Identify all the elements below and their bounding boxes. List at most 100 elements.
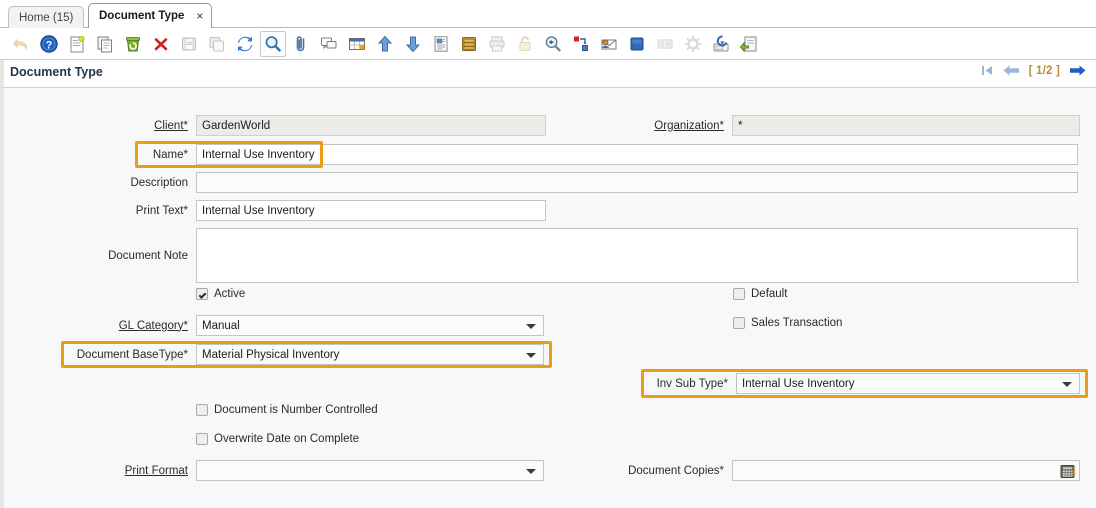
copy-record-icon[interactable]: [92, 31, 118, 57]
active-label: Active: [214, 288, 245, 300]
tab-document-type[interactable]: Document Type ×: [88, 3, 212, 28]
save-icon[interactable]: [176, 31, 202, 57]
find-icon[interactable]: [260, 31, 286, 57]
document-basetype-select[interactable]: Material Physical Inventory: [196, 344, 544, 365]
chevron-down-icon[interactable]: [526, 324, 536, 329]
delete-selection-icon[interactable]: [148, 31, 174, 57]
window-layout-icon[interactable]: [652, 31, 678, 57]
export-icon[interactable]: [708, 31, 734, 57]
overwrite-date-checkbox[interactable]: [196, 433, 208, 445]
inv-sub-type-select[interactable]: Internal Use Inventory: [736, 373, 1080, 394]
window-title-bar: Document Type [ 1/2 ]: [0, 60, 1096, 88]
overwrite-date-checkbox-wrap[interactable]: Overwrite Date on Complete: [196, 433, 359, 445]
lock-icon[interactable]: [512, 31, 538, 57]
document-note-label: Document Note: [66, 228, 188, 262]
previous-record-icon[interactable]: [1003, 64, 1020, 77]
active-checkbox-wrap[interactable]: Active: [196, 288, 245, 300]
field-row-document-copies: Document Copies*: [564, 460, 1080, 481]
print-format-label: Print Format: [66, 465, 188, 477]
field-row-document-note: Document Note: [66, 228, 1078, 283]
print-text-field[interactable]: Internal Use Inventory: [196, 200, 546, 221]
exit-icon[interactable]: [736, 31, 762, 57]
chevron-down-icon[interactable]: [526, 353, 536, 358]
requests-icon[interactable]: [596, 31, 622, 57]
gl-category-label: GL Category*: [66, 320, 188, 332]
number-controlled-label: Document is Number Controlled: [214, 404, 378, 416]
first-record-icon[interactable]: [981, 64, 994, 77]
tab-home[interactable]: Home (15): [8, 6, 84, 28]
active-checkbox[interactable]: [196, 288, 208, 300]
document-basetype-label: Document BaseType*: [66, 349, 188, 361]
inv-sub-type-label: Inv Sub Type*: [650, 378, 728, 390]
new-record-icon[interactable]: [64, 31, 90, 57]
tab-bar: Home (15) Document Type ×: [0, 0, 1096, 28]
number-controlled-checkbox[interactable]: [196, 404, 208, 416]
attachment-icon[interactable]: [288, 31, 314, 57]
organization-field[interactable]: *: [732, 115, 1080, 136]
number-controlled-checkbox-wrap[interactable]: Document is Number Controlled: [196, 404, 378, 416]
field-row-overwrite-date: Overwrite Date on Complete: [196, 433, 359, 445]
tab-home-label: Home (15): [19, 12, 73, 24]
close-icon[interactable]: ×: [196, 9, 203, 23]
calculator-icon[interactable]: [1058, 462, 1078, 481]
default-checkbox-wrap[interactable]: Default: [733, 288, 787, 300]
undo-icon[interactable]: [8, 31, 34, 57]
document-copies-field[interactable]: [732, 460, 1080, 481]
tab-document-type-label: Document Type: [99, 10, 184, 22]
report-icon[interactable]: [428, 31, 454, 57]
chat-icon[interactable]: [316, 31, 342, 57]
sales-transaction-label: Sales Transaction: [751, 317, 842, 329]
default-checkbox[interactable]: [733, 288, 745, 300]
product-info-icon[interactable]: [624, 31, 650, 57]
client-label: Client*: [66, 120, 188, 132]
next-record-icon[interactable]: [1069, 64, 1086, 77]
field-row-print-text: Print Text* Internal Use Inventory: [66, 200, 546, 221]
help-icon[interactable]: ?: [36, 31, 62, 57]
toolbar: ?: [0, 28, 1096, 60]
overwrite-date-label: Overwrite Date on Complete: [214, 433, 359, 445]
field-row-document-basetype: Document BaseType* Material Physical Inv…: [66, 344, 544, 365]
zoom-back-icon[interactable]: [540, 31, 566, 57]
client-field[interactable]: GardenWorld: [196, 115, 546, 136]
parent-record-icon[interactable]: [372, 31, 398, 57]
detail-record-icon[interactable]: [400, 31, 426, 57]
field-row-name: Name* Internal Use Inventory: [66, 144, 1078, 165]
record-pager: [ 1/2 ]: [1029, 65, 1060, 77]
svg-text:?: ?: [46, 39, 53, 51]
name-label: Name*: [66, 149, 188, 161]
print-icon[interactable]: [484, 31, 510, 57]
page-title: Document Type: [10, 65, 103, 79]
chevron-down-icon[interactable]: [1062, 382, 1072, 387]
refresh-icon[interactable]: [232, 31, 258, 57]
save-create-icon[interactable]: [204, 31, 230, 57]
record-navigation: [ 1/2 ]: [981, 64, 1086, 77]
field-row-organization: Organization* *: [564, 115, 1080, 136]
document-copies-label: Document Copies*: [564, 465, 724, 477]
grid-toggle-icon[interactable]: [344, 31, 370, 57]
delete-record-icon[interactable]: [120, 31, 146, 57]
document-note-textarea[interactable]: [196, 228, 1078, 283]
gl-category-select[interactable]: Manual: [196, 315, 544, 336]
application-window: Home (15) Document Type × ?: [0, 0, 1096, 508]
organization-label: Organization*: [564, 120, 724, 132]
field-row-default: Default: [733, 288, 787, 300]
description-field[interactable]: [196, 172, 1078, 193]
print-text-label: Print Text*: [66, 205, 188, 217]
field-row-active: Active: [196, 288, 245, 300]
document-type-form: Client* GardenWorld Organization* * Name…: [0, 88, 1096, 508]
archive-icon[interactable]: [456, 31, 482, 57]
field-row-inv-sub-type: Inv Sub Type* Internal Use Inventory: [650, 373, 1080, 394]
active-workflow-icon[interactable]: [568, 31, 594, 57]
chevron-down-icon[interactable]: [526, 469, 536, 474]
preference-icon[interactable]: [680, 31, 706, 57]
print-format-select[interactable]: [196, 460, 544, 481]
name-field[interactable]: Internal Use Inventory: [196, 144, 1078, 165]
field-row-description: Description: [66, 172, 1078, 193]
sales-transaction-checkbox[interactable]: [733, 317, 745, 329]
default-label: Default: [751, 288, 787, 300]
field-row-client: Client* GardenWorld: [66, 115, 546, 136]
sales-transaction-checkbox-wrap[interactable]: Sales Transaction: [733, 317, 842, 329]
field-row-print-format: Print Format: [66, 460, 544, 481]
field-row-number-controlled: Document is Number Controlled: [196, 404, 378, 416]
field-row-sales-transaction: Sales Transaction: [733, 317, 842, 329]
